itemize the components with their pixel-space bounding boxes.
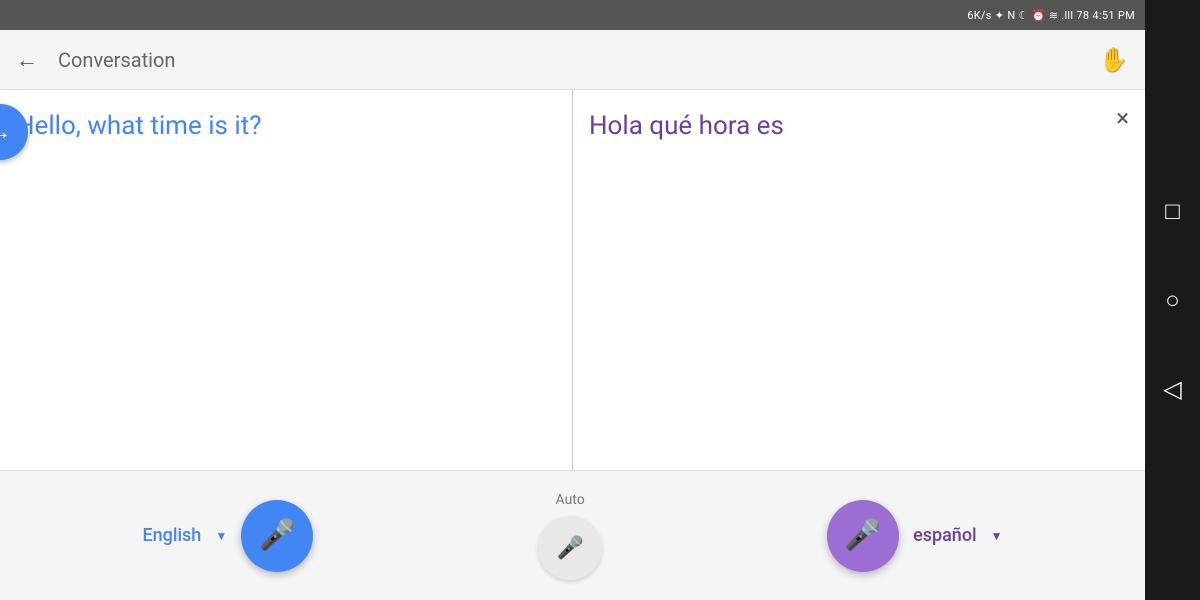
english-mic-icon: 🎤 <box>259 518 296 553</box>
spanish-dropdown-arrow[interactable]: ▼ <box>991 529 1003 543</box>
left-panel[interactable]: Hello, what time is it? → <box>0 90 573 470</box>
spanish-label[interactable]: español <box>913 525 977 546</box>
back-nav-icon[interactable]: ◁ <box>1163 375 1181 403</box>
nav-bar: □ ○ ◁ <box>1145 0 1200 600</box>
right-panel[interactable]: Hola qué hora es × <box>573 90 1145 470</box>
arrow-right-icon: → <box>0 119 11 145</box>
status-bar: 6K/s ✦ N ☾ ⏰ ≋ .lll 78 4:51 PM <box>0 0 1145 30</box>
auto-label: Auto <box>556 492 585 508</box>
close-button[interactable]: × <box>1116 106 1129 130</box>
top-bar: ← Conversation ✋ <box>0 30 1145 90</box>
auto-mic-icon: 🎤 <box>556 535 583 561</box>
source-text: Hello, what time is it? <box>16 111 262 141</box>
status-bar-text: 6K/s ✦ N ☾ ⏰ ≋ .lll 78 4:51 PM <box>967 9 1135 22</box>
spanish-lang-group: 🎤 español ▼ <box>827 500 1002 572</box>
page-title: Conversation <box>58 48 1099 72</box>
english-label[interactable]: English <box>142 525 201 546</box>
back-button[interactable]: ← <box>16 47 38 73</box>
translated-text: Hola qué hora es <box>589 111 784 141</box>
phone-screen: 6K/s ✦ N ☾ ⏰ ≋ .lll 78 4:51 PM ← Convers… <box>0 0 1145 600</box>
spanish-mic-icon: 🎤 <box>844 518 881 553</box>
auto-section: Auto 🎤 <box>538 492 602 580</box>
bottom-bar: English ▼ 🎤 Auto 🎤 🎤 español ▼ <box>0 470 1145 600</box>
hand-icon[interactable]: ✋ <box>1099 46 1129 74</box>
main-content: Hello, what time is it? → Hola qué hora … <box>0 90 1145 470</box>
auto-mic-button[interactable]: 🎤 <box>538 516 602 580</box>
english-mic-button[interactable]: 🎤 <box>241 500 313 572</box>
english-lang-group: English ▼ 🎤 <box>142 500 313 572</box>
square-nav-icon[interactable]: □ <box>1165 197 1180 226</box>
english-dropdown-arrow[interactable]: ▼ <box>215 529 227 543</box>
spanish-mic-button[interactable]: 🎤 <box>827 500 899 572</box>
circle-nav-icon[interactable]: ○ <box>1165 286 1180 315</box>
